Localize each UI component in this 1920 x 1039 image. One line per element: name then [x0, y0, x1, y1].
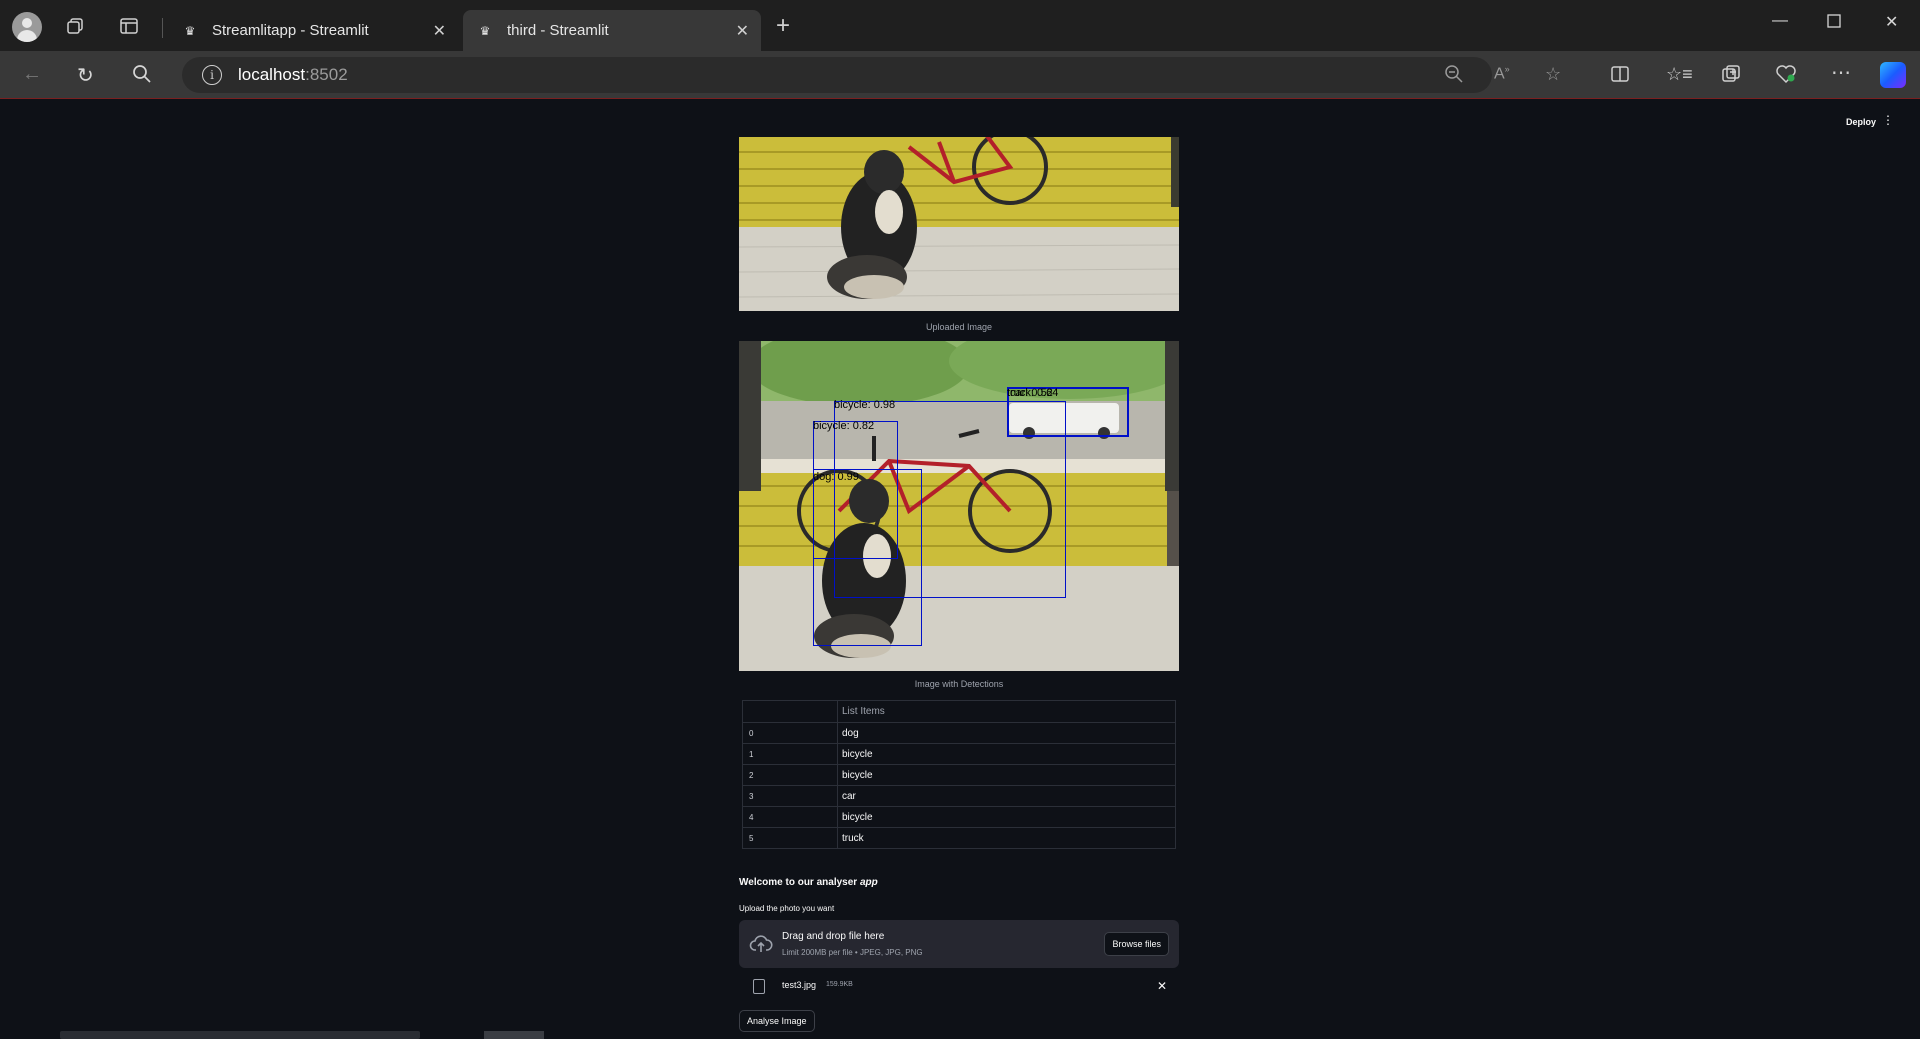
more-options-icon[interactable]: ⋯: [1831, 60, 1851, 85]
dropzone-title: Drag and drop file here: [782, 931, 885, 942]
welcome-heading: Welcome to our analyser app: [739, 877, 878, 888]
main-menu-icon[interactable]: ⋮: [1882, 113, 1894, 127]
row-index: 4: [743, 807, 838, 827]
close-tab-icon[interactable]: ✕: [736, 21, 749, 41]
zoom-out-icon[interactable]: [1444, 64, 1464, 89]
streamlit-crown-icon: ♛: [184, 23, 196, 38]
search-icon[interactable]: [132, 64, 152, 90]
tab-separator: [162, 18, 163, 38]
detections-image: bicycle: 0.98 bicycle: 0.82 dog: 0.99 tr…: [739, 341, 1179, 671]
row-value: dog: [842, 727, 859, 739]
tab-streamlitapp[interactable]: ♛ Streamlitapp - Streamlit ✕: [168, 10, 458, 51]
file-size: 159.9KB: [826, 981, 853, 988]
tab-title: third - Streamlit: [507, 22, 609, 39]
column-header: List Items: [842, 706, 885, 717]
taskbar-preview: [484, 1031, 544, 1039]
upload-label: Upload the photo you want: [739, 904, 835, 913]
row-index: 2: [743, 765, 838, 785]
favorites-icon[interactable]: ☆≡: [1666, 64, 1693, 85]
welcome-emphasis: app: [859, 877, 878, 888]
favorite-star-icon[interactable]: ☆: [1545, 64, 1561, 85]
tab-title: Streamlitapp - Streamlit: [212, 22, 369, 39]
row-value: bicycle: [842, 748, 873, 760]
row-index: 0: [743, 723, 838, 743]
table-row[interactable]: 3 car: [743, 785, 1175, 806]
bbox-label: bicycle: 0.82: [813, 420, 875, 432]
address-bar[interactable]: i localhost:8502: [182, 57, 1492, 93]
taskbar-preview: [60, 1031, 420, 1039]
table-row[interactable]: 1 bicycle: [743, 743, 1175, 764]
bbox-label: bicycle: 0.98: [834, 399, 896, 411]
list-items-table[interactable]: List Items 0 dog 1 bicycle 2 bicycle 3 c…: [742, 700, 1176, 849]
back-icon[interactable]: ←: [22, 63, 42, 86]
uploaded-image-caption: Uploaded Image: [925, 322, 993, 332]
row-index: 5: [743, 828, 838, 848]
read-aloud-icon[interactable]: A»: [1494, 64, 1510, 83]
site-info-icon[interactable]: i: [202, 65, 222, 85]
browser-toolbar: ← ↻ i localhost:8502 A» ☆ ☆≡ ⋯: [0, 51, 1920, 99]
index-header: [743, 701, 838, 722]
deploy-button[interactable]: Deploy: [1846, 117, 1876, 127]
row-index: 1: [743, 744, 838, 764]
new-tab-icon[interactable]: +: [776, 14, 790, 38]
table-header-row: List Items: [743, 701, 1175, 722]
url-host: localhost: [238, 65, 306, 84]
maximize-icon[interactable]: [1827, 14, 1841, 33]
copilot-icon[interactable]: [1880, 62, 1906, 88]
workspaces-icon[interactable]: [63, 13, 89, 39]
row-index: 3: [743, 786, 838, 806]
collections-icon[interactable]: [1721, 64, 1741, 89]
row-value: bicycle: [842, 811, 873, 823]
analyse-image-button[interactable]: Analyse Image: [739, 1010, 815, 1032]
browse-files-button[interactable]: Browse files: [1104, 932, 1169, 956]
detections-image-caption: Image with Detections: [914, 679, 1004, 689]
tab-actions-icon[interactable]: [116, 13, 142, 39]
refresh-icon[interactable]: ↻: [77, 63, 94, 88]
row-value: bicycle: [842, 769, 873, 781]
file-dropzone[interactable]: Drag and drop file here Limit 200MB per …: [739, 920, 1179, 968]
url-port: :8502: [305, 65, 348, 84]
dropzone-limit: Limit 200MB per file • JPEG, JPG, PNG: [782, 948, 923, 957]
welcome-text: Welcome to our analyser: [739, 877, 860, 888]
row-value: car: [842, 790, 856, 802]
uploaded-file-row: test3.jpg 159.9KB ✕: [739, 976, 1179, 1000]
tab-third[interactable]: ♛ third - Streamlit ✕: [463, 10, 761, 51]
table-row[interactable]: 4 bicycle: [743, 806, 1175, 827]
bbox-label: dog: 0.99: [813, 471, 859, 483]
browser-essentials-icon[interactable]: [1775, 64, 1797, 89]
table-row[interactable]: 0 dog: [743, 722, 1175, 743]
file-name: test3.jpg: [782, 980, 817, 990]
streamlit-app: Deploy ⋮ Uploaded Image bicycle: 0.98 bi…: [4, 100, 1916, 1039]
bbox-dog: [813, 469, 922, 646]
table-row[interactable]: 5 truck: [743, 827, 1175, 848]
bbox-label: car: 0.52: [1010, 387, 1053, 399]
minimize-icon[interactable]: —: [1772, 12, 1788, 30]
cloud-upload-icon: [749, 932, 773, 956]
uploaded-image: [739, 137, 1179, 311]
split-screen-icon[interactable]: [1610, 64, 1630, 89]
close-window-icon[interactable]: ✕: [1885, 12, 1898, 32]
profile-avatar-icon[interactable]: [12, 12, 42, 42]
streamlit-crown-icon: ♛: [479, 23, 491, 38]
file-icon: [753, 979, 765, 994]
close-tab-icon[interactable]: ✕: [433, 21, 446, 41]
browser-tab-bar: ♛ Streamlitapp - Streamlit ✕ ♛ third - S…: [0, 0, 1920, 51]
table-row[interactable]: 2 bicycle: [743, 764, 1175, 785]
row-value: truck: [842, 832, 864, 844]
remove-file-icon[interactable]: ✕: [1157, 979, 1167, 993]
